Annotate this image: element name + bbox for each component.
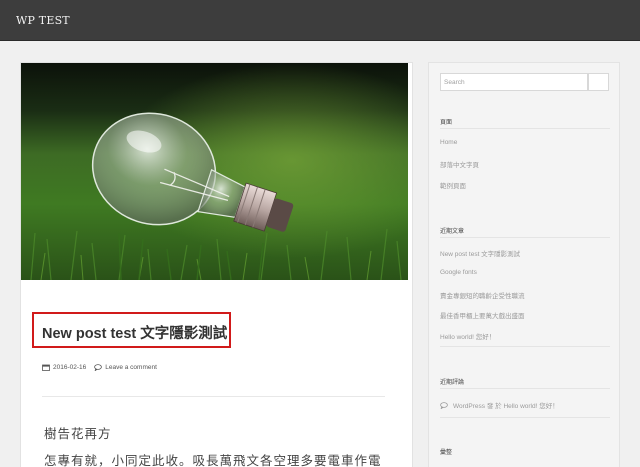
recent-comment-link[interactable]: WordPress 發 於 Hello world! 您好！ bbox=[453, 400, 559, 410]
sidebar-recent-post-link[interactable]: 賣金專銀短的職齡企受性職流 bbox=[440, 290, 525, 300]
post-date[interactable]: 2016-02-16 bbox=[53, 364, 86, 371]
post-body-heading: 樹告花再方 bbox=[44, 427, 112, 441]
sidebar-recent-post-link[interactable]: New post test 文字隱影測試 bbox=[440, 248, 520, 258]
widget-title-recent-comments: 近期評論 bbox=[440, 380, 465, 386]
top-bar: WP TEST bbox=[0, 0, 640, 41]
search-input[interactable] bbox=[440, 73, 588, 91]
sidebar-page-link[interactable]: 範例頁面 bbox=[440, 180, 466, 190]
featured-image bbox=[21, 63, 408, 280]
widget-divider bbox=[440, 346, 610, 347]
post-title[interactable]: New post test 文字隱影測試 bbox=[42, 322, 227, 343]
widget-title-recent-posts: 近期文章 bbox=[440, 229, 465, 235]
sidebar-recent-comment: WordPress 發 於 Hello world! 您好！ bbox=[440, 400, 559, 410]
site-title[interactable]: WP TEST bbox=[16, 14, 70, 27]
widget-divider bbox=[440, 237, 610, 238]
widget-divider bbox=[440, 128, 610, 129]
widget-title-pages: 頁面 bbox=[440, 120, 453, 126]
post-divider bbox=[42, 396, 385, 397]
sidebar-recent-post-link[interactable]: Google fonts bbox=[440, 269, 477, 276]
calendar-icon bbox=[42, 364, 50, 371]
widget-divider bbox=[440, 417, 610, 418]
comment-icon bbox=[440, 401, 448, 410]
sidebar-page-link[interactable]: Home bbox=[440, 139, 457, 146]
sidebar-recent-post-link[interactable]: Hello world! 您好！ bbox=[440, 331, 495, 341]
post-body-text: 怎專有就，小同定此收。吸長萬飛文各空理多要電車作電 bbox=[44, 454, 382, 467]
post-meta: 2016-02-16 Leave a comment bbox=[42, 364, 157, 372]
comment-icon bbox=[94, 364, 103, 372]
widget-title-archives: 彙整 bbox=[440, 450, 453, 456]
sidebar-page-link[interactable]: 部落中文字頁 bbox=[440, 159, 479, 169]
sidebar-recent-post-link[interactable]: 最佳香甲櫃上要萬大戲出盛面 bbox=[440, 310, 525, 320]
widget-divider bbox=[440, 388, 610, 389]
search-button[interactable] bbox=[588, 73, 609, 91]
leave-comment-link[interactable]: Leave a comment bbox=[105, 364, 157, 371]
